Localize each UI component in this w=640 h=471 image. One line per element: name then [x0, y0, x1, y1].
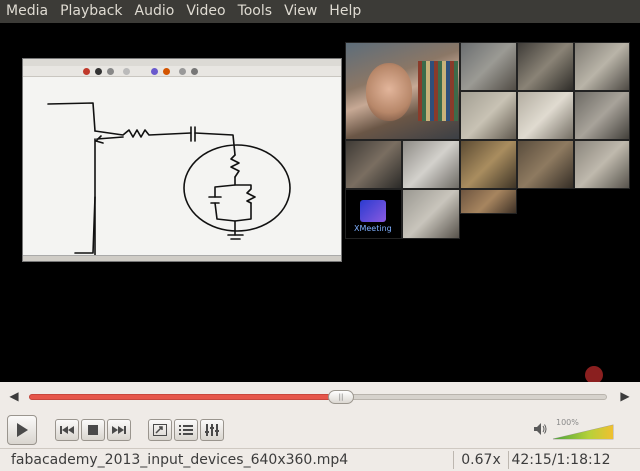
seek-handle[interactable]: ||: [328, 390, 354, 404]
eraser-tool-icon: [179, 68, 186, 75]
remote-feed: [574, 91, 630, 140]
remote-feed: [460, 140, 517, 189]
circuit-sketch: [47, 102, 291, 255]
menu-video[interactable]: Video: [180, 0, 231, 23]
stop-button[interactable]: [81, 419, 105, 441]
seek-forward-arrow-icon[interactable]: ▶: [617, 388, 633, 404]
fill-tool-icon: [163, 68, 170, 75]
menu-playback[interactable]: Playback: [54, 0, 128, 23]
remote-feed: [345, 140, 402, 189]
palette-tool-icon: [151, 68, 158, 75]
whiteboard-taskbar: [23, 255, 341, 261]
speaker-face: [366, 63, 412, 121]
remote-feed: [574, 42, 630, 91]
play-icon: [17, 423, 28, 437]
bookshelf: [418, 61, 458, 121]
whiteboard-toolbar: [23, 66, 341, 77]
status-separator: [508, 451, 509, 469]
controls-panel: ◀ || ▶ 100% fabacademy_2013_input_device…: [0, 382, 640, 471]
extended-settings-button[interactable]: [200, 419, 224, 441]
status-bar: fabacademy_2013_input_devices_640x360.mp…: [0, 448, 640, 471]
xmeeting-label: XMeeting: [354, 224, 392, 233]
volume-slider[interactable]: [552, 424, 614, 440]
previous-button[interactable]: [55, 419, 79, 441]
next-icon: [112, 426, 126, 434]
speaker-feed: [345, 42, 460, 140]
seek-progress: [29, 394, 341, 400]
remote-feed: [517, 42, 574, 91]
brush-tool-icon: [107, 68, 114, 75]
shape-tool-icon: [123, 68, 130, 75]
playlist-button[interactable]: [174, 419, 198, 441]
menu-tools[interactable]: Tools: [232, 0, 279, 23]
status-time[interactable]: 42:15/1:18:12: [511, 452, 611, 468]
previous-icon: [60, 426, 74, 434]
play-button[interactable]: [7, 415, 37, 445]
menu-audio[interactable]: Audio: [129, 0, 181, 23]
remote-feed: [402, 140, 460, 189]
video-display[interactable]: XMeeting: [0, 23, 640, 382]
remote-feed: [460, 189, 517, 214]
remote-feed: [517, 140, 574, 189]
remote-feed: [460, 91, 517, 140]
seek-back-arrow-icon[interactable]: ◀: [6, 388, 22, 404]
status-separator: [453, 451, 454, 469]
status-filename: fabacademy_2013_input_devices_640x360.mp…: [11, 452, 349, 468]
remote-feed: [574, 140, 630, 189]
select-tool-icon: [191, 68, 198, 75]
video-whiteboard-screen: [22, 58, 342, 262]
xmeeting-feed: XMeeting: [345, 189, 402, 239]
remote-feed: [460, 42, 517, 91]
menu-media[interactable]: Media: [0, 0, 54, 23]
next-button[interactable]: [107, 419, 131, 441]
fullscreen-icon: [153, 424, 167, 436]
color-tool-icon: [95, 68, 102, 75]
fullscreen-button[interactable]: [148, 419, 172, 441]
video-conference-grid: XMeeting: [345, 42, 517, 239]
xmeeting-logo: [360, 200, 386, 222]
stop-icon: [88, 425, 98, 435]
menu-view[interactable]: View: [278, 0, 323, 23]
seek-bar[interactable]: ◀ || ▶: [0, 385, 640, 407]
speaker-icon[interactable]: [532, 421, 548, 437]
playlist-icon: [179, 425, 193, 435]
menu-help[interactable]: Help: [323, 0, 367, 23]
equalizer-icon: [205, 424, 219, 436]
menu-bar: Media Playback Audio Video Tools View He…: [0, 0, 640, 23]
whiteboard-titlebar: [23, 59, 341, 66]
paint-tool-icon: [83, 68, 90, 75]
remote-feed: [517, 91, 574, 140]
remote-feed: [402, 189, 460, 239]
status-playback-speed[interactable]: 0.67x: [457, 452, 505, 468]
mouse-cursor-icon: [585, 366, 603, 382]
